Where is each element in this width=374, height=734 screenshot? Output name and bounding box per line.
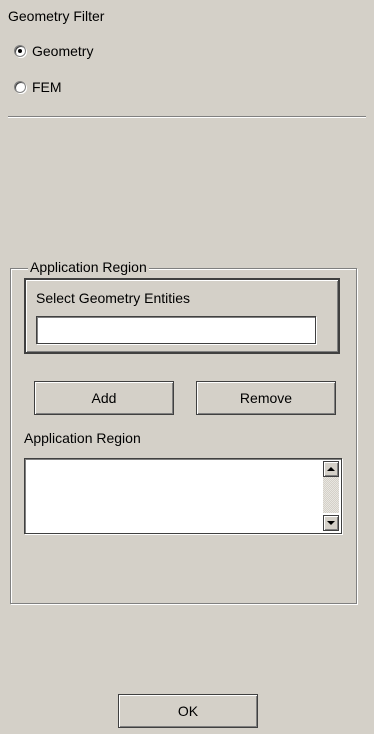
triangle-down-icon: [327, 521, 335, 525]
remove-button[interactable]: Remove: [196, 381, 336, 415]
fem-radio-label[interactable]: FEM: [32, 79, 62, 95]
select-geometry-entities-label: Select Geometry Entities: [36, 290, 191, 306]
geometry-radio-option[interactable]: Geometry: [14, 42, 93, 60]
select-geometry-entities-field[interactable]: [36, 316, 316, 344]
scroll-down-button[interactable]: [323, 515, 339, 531]
geometry-radio-button[interactable]: [14, 45, 26, 57]
geometry-radio-label[interactable]: Geometry: [32, 43, 93, 59]
fem-radio-option[interactable]: FEM: [14, 78, 62, 96]
application-region-list-label: Application Region: [24, 430, 141, 446]
section-separator: [8, 116, 366, 118]
ok-button[interactable]: OK: [118, 694, 258, 728]
geometry-filter-label: Geometry Filter: [8, 8, 105, 24]
scroll-up-button[interactable]: [323, 461, 339, 477]
application-region-group-title: Application Region: [28, 259, 149, 275]
add-button[interactable]: Add: [34, 381, 174, 415]
triangle-up-icon: [327, 467, 335, 471]
application-region-listbox[interactable]: [24, 458, 342, 534]
listbox-scroll-track[interactable]: [323, 477, 339, 513]
fem-radio-button[interactable]: [14, 81, 26, 93]
